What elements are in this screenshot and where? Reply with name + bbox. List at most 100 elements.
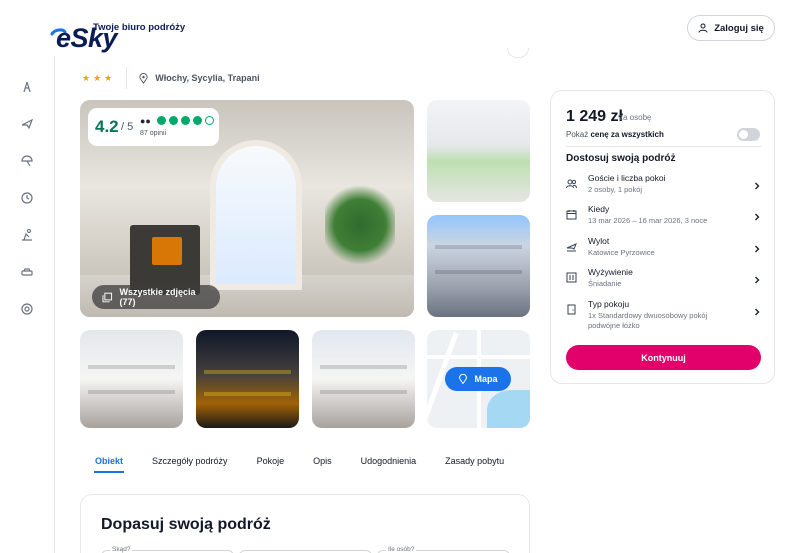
guests-icon <box>566 176 577 189</box>
price-toggle[interactable] <box>737 128 760 141</box>
booking-option-2[interactable]: Wylot Katowice Pyrzowice <box>566 236 761 264</box>
tab-1[interactable]: Szczegóły podróży <box>152 456 228 476</box>
facade-line <box>204 392 291 396</box>
scroll-button[interactable] <box>507 48 529 58</box>
hotel-stars: ★★★ <box>82 72 116 83</box>
chevron-right-icon <box>753 303 761 316</box>
option-title: Kiedy <box>588 204 610 214</box>
photo-sign <box>152 237 182 265</box>
flight-icon[interactable] <box>20 117 34 131</box>
rating-bubble <box>205 116 214 125</box>
photo-courtyard[interactable] <box>427 100 530 202</box>
photo-exterior-corner[interactable] <box>312 330 415 428</box>
chevron-right-icon <box>753 208 761 221</box>
facade-line <box>88 365 175 369</box>
location-text: Włochy, Sycylia, Trapani <box>155 73 260 83</box>
all-photos-button[interactable]: Wszystkie zdjęcia (77) <box>92 285 220 309</box>
option-value: 1x Standardowy dwuosobowy pokój podwójne… <box>588 311 708 330</box>
rating-bubble <box>181 116 190 125</box>
chevron-right-icon <box>753 177 761 190</box>
clock-icon[interactable] <box>20 191 34 205</box>
photo-arch <box>210 140 302 290</box>
option-value: Katowice Pyrzowice <box>588 248 655 257</box>
tab-0[interactable]: Obiekt <box>93 456 125 476</box>
map-label: Mapa <box>474 374 498 384</box>
option-value: 2 osoby, 1 pokój <box>588 185 643 194</box>
booking-card: 1 249 zł za osobę Pokaż cenę za wszystki… <box>550 90 775 384</box>
rating-card[interactable]: 4.2 / 5 ●● 87 opinii <box>88 108 219 146</box>
all-photos-label: Wszystkie zdjęcia (77) <box>119 287 196 307</box>
booking-option-1[interactable]: Kiedy 13 mar 2026 – 16 mar 2026, 3 noce <box>566 204 761 232</box>
tagline: Twoje biuro podróży <box>93 22 186 33</box>
support-icon[interactable] <box>20 302 34 316</box>
section-tabs: Obiekt Szczegóły podróży Pokoje Opis Udogodn… <box>93 456 533 476</box>
option-title: Typ pokoju <box>588 299 630 309</box>
rating-bubbles <box>157 116 214 125</box>
map-water <box>487 390 530 428</box>
meal-icon <box>566 270 577 283</box>
option-title: Wyżywienie <box>588 267 633 277</box>
adjust-title: Dopasuj swoją podróż <box>101 516 271 533</box>
tab-5[interactable]: Zasady pobytu <box>445 456 504 476</box>
left-sidebar <box>0 56 55 553</box>
calendar-icon <box>566 207 577 220</box>
sun-lounger-icon[interactable] <box>20 228 34 242</box>
booking-option-3[interactable]: Wyżywienie Śniadanie <box>566 267 761 295</box>
map-preview[interactable]: Mapa <box>427 330 530 428</box>
rating-bubble <box>193 116 202 125</box>
toggle-prefix: Pokaż <box>566 130 591 139</box>
photo-exterior-day[interactable] <box>80 330 183 428</box>
option-value: Śniadanie <box>588 279 622 288</box>
tripadvisor-icon: ●● <box>140 116 151 126</box>
map-button[interactable]: Mapa <box>445 367 511 391</box>
rating-score: 4.2 <box>95 117 119 136</box>
room-icon <box>566 302 577 315</box>
option-value: 13 mar 2026 – 16 mar 2026, 3 noce <box>588 216 708 225</box>
photo-plant <box>325 180 395 270</box>
top-header: eSky Twoje biuro podróży Zaloguj się <box>0 0 800 56</box>
facade-line <box>320 390 407 394</box>
chevron-right-icon <box>753 271 761 284</box>
tab-2[interactable]: Pokoje <box>257 456 285 476</box>
option-title: Goście i liczba pokoi <box>588 173 666 183</box>
option-title: Wylot <box>588 236 610 246</box>
chevron-right-icon <box>753 240 761 253</box>
guests-field-label: Ile osób? <box>386 546 417 553</box>
beach-icon[interactable] <box>20 154 34 168</box>
booking-option-4[interactable]: Typ pokoju 1x Standardowy dwuosobowy pokó… <box>566 299 761 330</box>
gallery-icon <box>102 292 113 302</box>
from-field-label: Skąd? <box>110 546 133 553</box>
facade-line <box>88 390 175 394</box>
continue-button[interactable]: Kontynuuj <box>566 345 761 370</box>
tab-4[interactable]: Udogodnienia <box>361 456 417 476</box>
location-pin-icon <box>139 72 148 84</box>
tab-3[interactable]: Opis <box>313 456 332 476</box>
price-suffix: za osobę <box>619 113 652 122</box>
main-photo[interactable]: 4.2 / 5 ●● 87 opinii Wszystkie zdjęcia (… <box>80 100 414 317</box>
price-toggle-label: Pokaż cenę za wszystkich <box>566 130 664 139</box>
rating-out-of: / 5 <box>121 121 134 133</box>
booking-option-0[interactable]: Goście i liczba pokoi 2 osoby, 1 pokój <box>566 173 761 201</box>
hotel-meta-row: ★★★ Włochy, Sycylia, Trapani <box>82 67 260 89</box>
facade-line <box>320 365 407 369</box>
booking-title: Dostosuj swoją podróż <box>566 153 676 164</box>
facade-line <box>204 370 291 374</box>
login-label: Zaloguj się <box>714 22 764 34</box>
facade-line <box>435 245 522 249</box>
flight-hotel-icon[interactable] <box>20 80 34 94</box>
divider <box>566 146 761 147</box>
departure-icon <box>566 239 577 252</box>
price: 1 249 zł <box>566 108 623 125</box>
user-icon <box>698 23 708 33</box>
car-icon[interactable] <box>20 265 34 279</box>
map-pin-icon <box>459 374 468 384</box>
toggle-bold: cenę za wszystkich <box>590 130 664 139</box>
photo-building[interactable] <box>427 215 530 317</box>
photo-exterior-night[interactable] <box>196 330 299 428</box>
esky-logo[interactable]: eSky <box>24 13 118 53</box>
adjust-trip-card: Dopasuj swoją podróż Skąd? Ile osób? <box>80 494 530 553</box>
login-button[interactable]: Zaloguj się <box>687 15 775 41</box>
rating-bubble <box>157 116 166 125</box>
facade-line <box>435 270 522 274</box>
location[interactable]: Włochy, Sycylia, Trapani <box>138 72 260 84</box>
